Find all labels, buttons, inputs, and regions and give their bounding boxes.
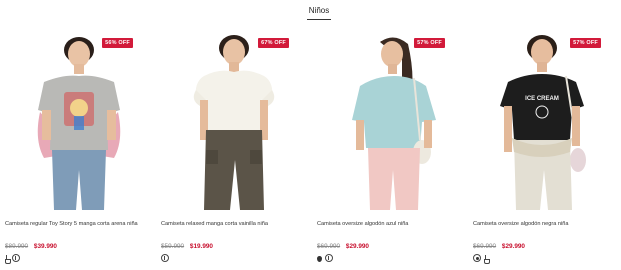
- sale-price: $29.990: [501, 243, 525, 250]
- original-price: $59.990: [161, 243, 185, 250]
- price-row: $69.990 $29.990: [473, 243, 525, 250]
- svg-text:ICE CREAM: ICE CREAM: [525, 96, 559, 102]
- dot-circle-icon: [473, 254, 481, 262]
- product-card[interactable]: 56% OFF Camiseta regular Toy Story 5 man…: [4, 30, 156, 270]
- care-icons: [473, 252, 490, 264]
- original-price: $69.990: [317, 243, 341, 250]
- category-tabs: Niños: [0, 0, 621, 24]
- drop-icon: [5, 254, 11, 264]
- original-price: $69.990: [473, 243, 497, 250]
- discount-badge: 57% OFF: [570, 38, 601, 48]
- discount-badge: 56% OFF: [102, 38, 133, 48]
- care-icons: [5, 252, 20, 264]
- price-row: $89.990 $39.990: [5, 243, 57, 250]
- product-card[interactable]: 57% OFF Camiseta oversize algodón azul n…: [316, 30, 468, 270]
- product-title[interactable]: Camiseta oversize algodón negra niña: [473, 220, 621, 228]
- tab-ninos[interactable]: Niños: [296, 6, 342, 15]
- tab-active-underline: [307, 19, 331, 20]
- product-title[interactable]: Camiseta regular Toy Story 5 manga corta…: [5, 220, 153, 228]
- discount-badge: 57% OFF: [414, 38, 445, 48]
- hanger-circle-icon: [161, 254, 169, 262]
- care-icons: [161, 252, 169, 264]
- product-card[interactable]: ICE CREAM 57% OFF Camiseta oversize algo…: [472, 30, 621, 270]
- sale-price: $19.990: [189, 243, 213, 250]
- product-image[interactable]: ICE CREAM 57% OFF: [472, 30, 621, 210]
- price-row: $69.990 $29.990: [317, 243, 369, 250]
- original-price: $89.990: [5, 243, 29, 250]
- product-grid: 56% OFF Camiseta regular Toy Story 5 man…: [0, 30, 621, 270]
- hanger-circle-icon: [325, 254, 333, 262]
- product-image[interactable]: 57% OFF: [316, 30, 466, 210]
- care-icons: [317, 252, 333, 264]
- discount-badge: 67% OFF: [258, 38, 289, 48]
- sale-price: $29.990: [345, 243, 369, 250]
- product-image[interactable]: 67% OFF: [160, 30, 310, 210]
- hanger-circle-icon: [12, 254, 20, 262]
- price-row: $59.990 $19.990: [161, 243, 213, 250]
- drop-icon: [484, 254, 490, 264]
- product-image[interactable]: 56% OFF: [4, 30, 154, 210]
- product-title[interactable]: Camiseta relaxed manga corta vainilla ni…: [161, 220, 309, 228]
- sale-price: $39.990: [33, 243, 57, 250]
- drop-fill-icon: [317, 255, 322, 262]
- product-card[interactable]: 67% OFF Camiseta relaxed manga corta vai…: [160, 30, 312, 270]
- product-title[interactable]: Camiseta oversize algodón azul niña: [317, 220, 465, 228]
